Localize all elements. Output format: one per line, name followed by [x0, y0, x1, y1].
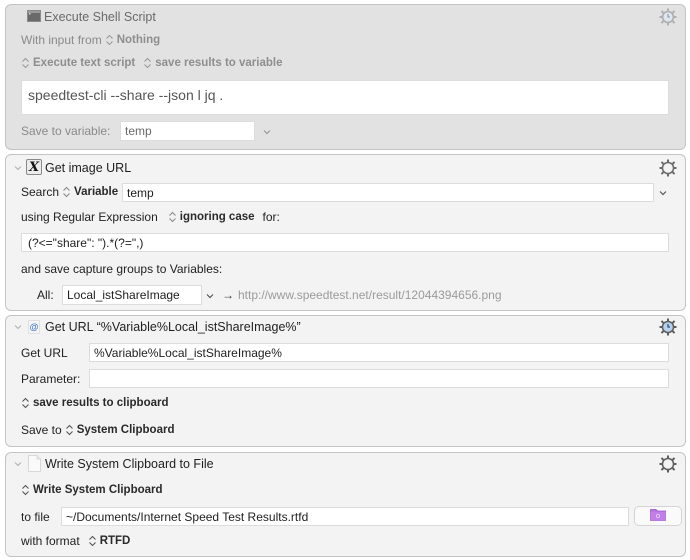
terminal-icon: [27, 10, 41, 22]
case-mode-popup[interactable]: ignoring case: [168, 211, 255, 223]
updown-chevron-icon: [168, 211, 177, 223]
action-get-url[interactable]: @ Get URL “%Variable%Local_istShareImage…: [5, 315, 686, 447]
format-popup[interactable]: RTFD: [88, 535, 130, 547]
capture-preview: http://www.speedtest.net/result/12044394…: [238, 288, 502, 302]
file-path-field[interactable]: ~/Documents/Internet Speed Test Results.…: [61, 507, 629, 526]
action-get-image-url[interactable]: X Get image URL Search Variable temp usi…: [5, 154, 686, 311]
regex-field[interactable]: (?<="share": ").*(?=",): [21, 233, 669, 252]
search-variable-field[interactable]: temp: [122, 183, 654, 202]
search-label: Search: [21, 185, 60, 199]
updown-chevron-icon: [105, 34, 114, 46]
url-result-mode-popup[interactable]: save results to clipboard: [21, 397, 169, 409]
parameter-label: Parameter:: [21, 372, 81, 386]
chevron-down-icon[interactable]: [658, 189, 668, 197]
to-file-label: to file: [21, 510, 50, 524]
with-format-label: with format: [21, 534, 80, 548]
updown-chevron-icon: [21, 57, 30, 69]
updown-chevron-icon: [143, 57, 152, 69]
disclosure-chevron-icon[interactable]: [13, 322, 23, 332]
action-write-clipboard-to-file[interactable]: Write System Clipboard to File Write Sys…: [5, 452, 686, 557]
updown-chevron-icon: [88, 535, 97, 547]
url-field[interactable]: %Variable%Local_istShareImage%: [89, 343, 669, 362]
action-title: Get image URL: [45, 161, 132, 175]
for-label: for:: [262, 210, 280, 224]
input-from-label: With input from: [21, 33, 102, 47]
result-mode-popup[interactable]: save results to variable: [143, 57, 282, 69]
action-title: Execute Shell Script: [44, 10, 156, 24]
save-to-label: Save to: [21, 423, 62, 437]
gear-icon[interactable]: [659, 159, 677, 177]
url-at-icon: @: [28, 320, 40, 334]
disclosure-chevron-icon[interactable]: [13, 459, 23, 469]
save-variable-field[interactable]: temp: [120, 121, 255, 141]
using-regex-label: using Regular Expression: [21, 210, 158, 224]
chevron-down-icon[interactable]: [205, 292, 215, 300]
disclosure-chevron-icon[interactable]: [13, 163, 23, 173]
updown-chevron-icon: [65, 424, 74, 436]
capture-variable-field[interactable]: Local_istShareImage: [62, 285, 202, 305]
input-from-popup[interactable]: Nothing: [105, 34, 160, 46]
action-title: Write System Clipboard to File: [45, 457, 214, 471]
chevron-down-icon[interactable]: [262, 128, 272, 136]
action-title: Get URL “%Variable%Local_istShareImage%”: [45, 320, 301, 334]
regex-variable-icon: X: [26, 159, 42, 175]
script-textarea[interactable]: speedtest-cli --share --json l jq .: [21, 80, 669, 115]
get-url-label: Get URL: [21, 346, 68, 360]
parameter-field[interactable]: [89, 369, 669, 388]
gear-icon[interactable]: [659, 455, 677, 473]
gear-clock-icon[interactable]: [659, 8, 677, 26]
execute-mode-popup[interactable]: Execute text script: [21, 57, 135, 69]
updown-chevron-icon: [21, 484, 30, 496]
arrow-right-icon: →: [222, 288, 234, 302]
all-label: All:: [37, 288, 54, 302]
document-icon: [28, 455, 41, 472]
save-to-popup[interactable]: System Clipboard: [65, 424, 174, 436]
choose-folder-button[interactable]: [634, 506, 682, 526]
updown-chevron-icon: [21, 397, 30, 409]
updown-chevron-icon: [62, 186, 71, 198]
write-mode-popup[interactable]: Write System Clipboard: [21, 484, 163, 496]
capture-groups-label: and save capture groups to Variables:: [21, 262, 223, 276]
action-execute-shell-script[interactable]: Execute Shell Script With input from Not…: [5, 4, 686, 150]
folder-icon: [650, 508, 666, 524]
gear-clock-icon[interactable]: [659, 318, 677, 336]
search-source-popup[interactable]: Variable: [62, 186, 118, 198]
save-to-variable-label: Save to variable:: [21, 124, 111, 138]
